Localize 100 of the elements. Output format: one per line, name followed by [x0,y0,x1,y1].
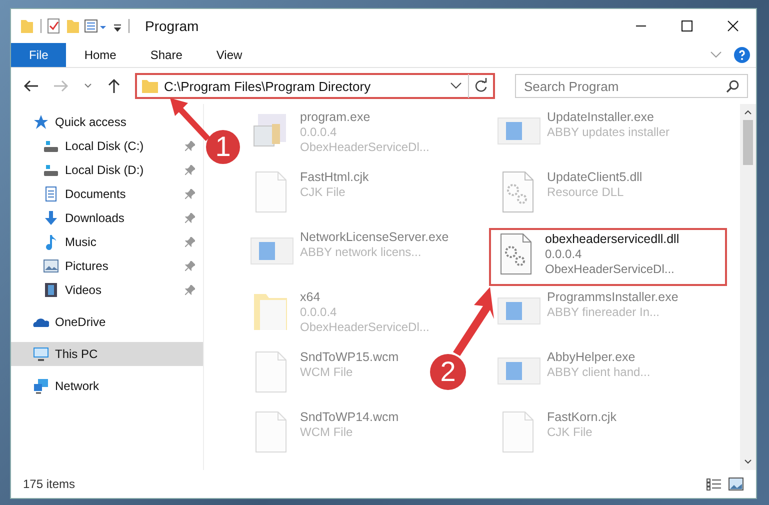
file-name: x64 [300,290,322,304]
sidebar-item-icon [43,258,59,274]
file-detail: ABBY client hand... [547,365,650,379]
sidebar-item[interactable]: Videos [11,278,203,302]
file-detail: CJK File [300,185,346,199]
file-name: UpdateClient5.dll [547,170,642,184]
sidebar-item-icon [43,138,59,154]
sidebar-item-icon [43,162,59,178]
file-item[interactable]: obexheaderservicedll.dll 0.0.0.4 ObexHeaderServiceDl... [489,228,727,286]
pin-icon[interactable] [185,141,195,151]
file-detail: ABBY finereader In... [547,305,661,319]
file-name: FastHtml.cjk [300,170,369,184]
item-count: 175 items [23,477,76,491]
file-detail: ObexHeaderServiceDl... [300,140,430,154]
back-arrow-icon[interactable] [23,79,39,93]
sidebar-item-icon [33,114,49,130]
sidebar-item[interactable]: Local Disk (D:) [11,158,203,182]
ribbon-tab[interactable]: Home [68,43,132,67]
file-item[interactable]: SndToWP14.wcm WCM File [246,408,403,466]
sidebar-item-label: This PC [55,347,99,361]
file-name: AbbyHelper.exe [547,350,636,364]
file-detail: WCM File [300,365,354,379]
sidebar-item-label: Videos [65,283,102,297]
sidebar-item[interactable]: Local Disk (C:) [11,134,203,158]
chevron-down-icon[interactable] [450,82,462,90]
window-title: Program [145,18,199,34]
dropdown-caret-icon[interactable] [83,82,93,90]
file-detail: CJK File [547,425,594,439]
sidebar-item[interactable]: OneDrive [11,310,203,334]
file-name: SndToWP15.wcm [300,350,399,364]
up-arrow-icon[interactable] [107,78,121,94]
sidebar-item-label: Documents [65,187,127,201]
sidebar-item-label: Music [65,235,98,249]
file-item[interactable]: SndToWP15.wcm WCM File [246,348,403,406]
sidebar-item[interactable]: Music [11,230,203,254]
sidebar-item-icon [33,378,49,394]
scrollbar[interactable] [740,104,756,470]
annotation-arrow [168,97,212,141]
sidebar-item-label: Quick access [55,115,128,129]
sidebar-item-label: Local Disk (C:) [65,139,145,153]
pin-icon[interactable] [185,189,195,199]
scroll-up-icon[interactable] [743,108,753,116]
sidebar-item[interactable]: Downloads [11,206,203,230]
file-detail: Resource DLL [547,185,625,199]
sidebar-item-icon [43,210,59,226]
file-item[interactable]: AbbyHelper.exe ABBY client hand... [493,348,654,406]
sidebar-item[interactable]: This PC [11,342,203,366]
sidebar-item-label: Pictures [65,259,110,273]
file-name: ProgrammsInstaller.exe [547,290,678,304]
address-path: C:\Program Files\Program Directory [164,78,372,94]
file-item[interactable]: FastHtml.cjk CJK File [246,168,373,226]
sidebar-item[interactable]: Documents [11,182,203,206]
sidebar-item-label: Local Disk (D:) [65,163,145,177]
file-item[interactable]: x64 0.0.0.4 ObexHeaderServiceDl... [246,288,434,346]
details-view-icon[interactable] [706,477,722,491]
file-detail: 0.0.0.4 [545,247,583,261]
sidebar-item-icon [33,346,49,362]
file-item[interactable]: NetworkLicenseServer.exe ABBY network licens... [246,228,453,286]
ribbon-tab[interactable]: Share [134,43,198,67]
search-field[interactable]: Search Program [515,74,748,98]
file-item[interactable]: UpdateInstaller.exe ABBY updates installer [493,108,674,166]
ribbon-tab[interactable]: View [200,43,258,67]
pin-icon[interactable] [185,285,195,295]
file-detail: ABBY updates installer [547,125,670,139]
file-item[interactable]: program.exe 0.0.0.4 ObexHeaderServiceDl... [246,108,434,166]
file-name: NetworkLicenseServer.exe [300,230,449,244]
search-icon [726,79,740,93]
file-detail: 0.0.0.4 [300,125,338,139]
folder-icon [142,79,158,93]
file-item[interactable]: ProgrammsInstaller.exe ABBY finereader In... [493,288,682,346]
scroll-down-icon[interactable] [743,458,753,466]
sidebar-item[interactable]: Network [11,374,203,398]
file-detail: WCM File [300,425,354,439]
pin-icon[interactable] [185,165,195,175]
file-name: program.exe [300,110,372,124]
sidebar-item-label: Downloads [65,211,126,225]
address-bar[interactable]: C:\Program Files\Program Directory [135,73,495,99]
sidebar-item-label: Network [55,379,100,393]
pin-icon[interactable] [185,261,195,271]
sidebar-item-icon [43,186,59,202]
sidebar-item-label: OneDrive [55,315,107,329]
file-item[interactable]: UpdateClient5.dll Resource DLL [493,168,646,226]
file-item[interactable]: FastKorn.cjk CJK File [493,408,620,466]
help-icon[interactable] [734,47,750,63]
sidebar-item-icon [43,282,59,298]
pin-icon[interactable] [185,237,195,247]
file-name: FastKorn.cjk [547,410,616,424]
sidebar-item[interactable]: Pictures [11,254,203,278]
file-name: SndToWP14.wcm [300,410,399,424]
pin-icon[interactable] [185,213,195,223]
scroll-thumb[interactable] [743,120,753,165]
large-icons-view-icon[interactable] [728,477,744,491]
annotation-arrow [452,286,496,356]
file-detail: 0.0.0.4 [300,305,338,319]
file-detail: ObexHeaderServiceDl... [545,262,676,276]
file-name: obexheaderservicedll.dll [545,232,680,246]
file-detail: ABBY network licens... [300,245,422,259]
file-detail: ObexHeaderServiceDl... [300,320,430,334]
sidebar-item[interactable]: Quick access [11,110,203,134]
file-name: UpdateInstaller.exe [547,110,656,124]
